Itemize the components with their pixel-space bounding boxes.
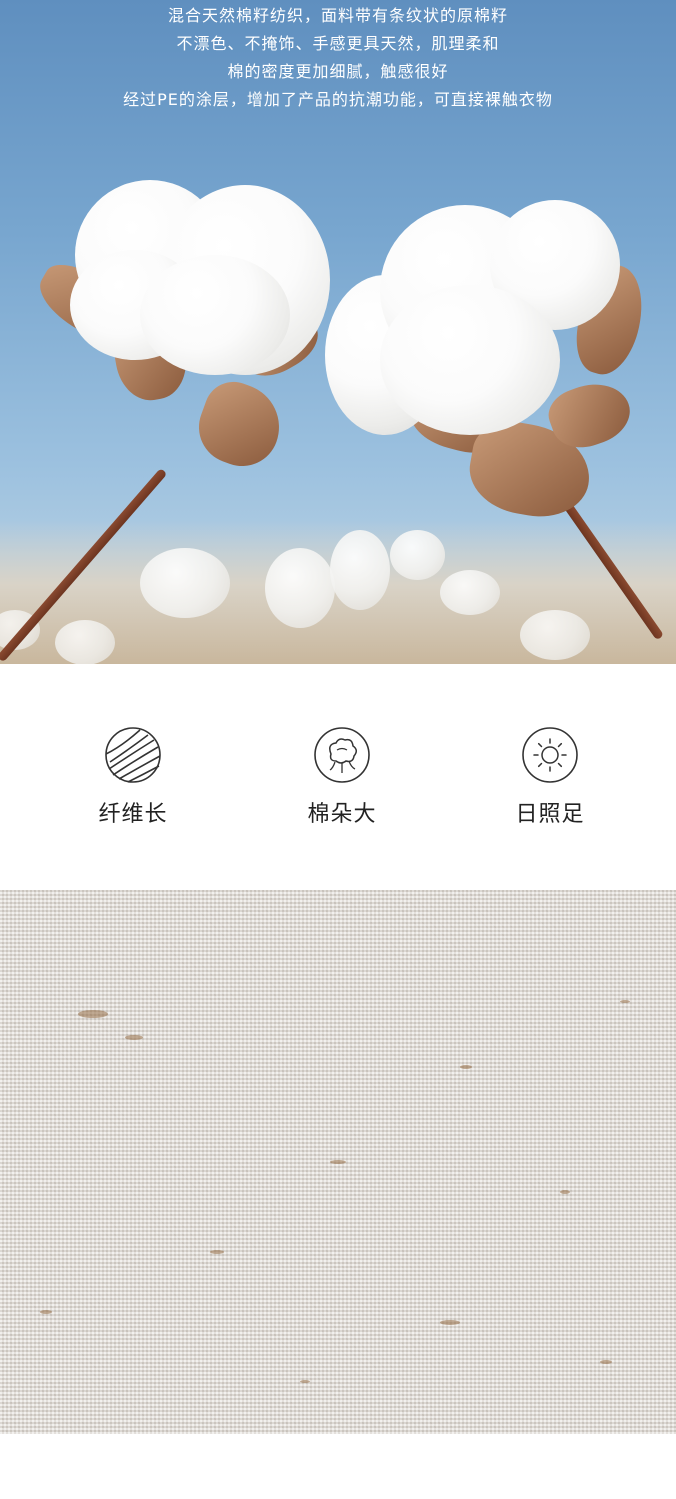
- sun-icon: [522, 727, 578, 783]
- bottom-spacer: [0, 1434, 676, 1499]
- background-cotton-ball: [390, 530, 445, 580]
- feature-row: 纤维长 棉朵大 日照足: [0, 664, 676, 890]
- seed-fleck: [440, 1320, 460, 1325]
- fabric-texture-image: [0, 890, 676, 1434]
- background-cotton-ball: [520, 610, 590, 660]
- hero-description: 混合天然棉籽纺织，面料带有条纹状的原棉籽 不漂色、不掩饰、手感更具天然，肌理柔和…: [0, 2, 676, 114]
- seed-fleck: [40, 1310, 52, 1314]
- background-cotton-ball: [265, 548, 335, 628]
- background-cotton-ball: [440, 570, 500, 615]
- hero-line-2: 不漂色、不掩饰、手感更具天然，肌理柔和: [176, 34, 500, 53]
- seed-fleck: [600, 1360, 612, 1364]
- hero-line-1: 混合天然棉籽纺织，面料带有条纹状的原棉籽: [167, 6, 508, 25]
- left-cotton-boll: [29, 160, 360, 480]
- background-cotton-ball: [140, 548, 230, 618]
- seed-fleck: [460, 1065, 472, 1069]
- feature-ample-sunlight: 日照足: [490, 726, 610, 828]
- seed-fleck: [560, 1190, 570, 1194]
- seed-fleck: [78, 1010, 108, 1018]
- feature-label: 纤维长: [98, 802, 168, 827]
- right-cotton-boll: [320, 195, 654, 525]
- seed-fleck: [330, 1160, 346, 1164]
- seed-fleck: [125, 1035, 143, 1040]
- seed-fleck: [620, 1000, 630, 1003]
- background-cotton-ball: [55, 620, 115, 664]
- seed-fleck: [300, 1380, 310, 1383]
- seed-fleck: [210, 1250, 224, 1254]
- hero-line-3: 棉的密度更加细腻，触感很好: [227, 62, 449, 81]
- feature-label: 棉朵大: [307, 802, 377, 827]
- feature-label: 日照足: [515, 802, 585, 827]
- feature-big-boll: 棉朵大: [282, 726, 402, 828]
- hero-cotton-image: 混合天然棉籽纺织，面料带有条纹状的原棉籽 不漂色、不掩饰、手感更具天然，肌理柔和…: [0, 0, 676, 664]
- cotton-flower-icon: [314, 727, 370, 783]
- yarn-ball-icon: [105, 727, 161, 783]
- feature-long-fiber: 纤维长: [73, 726, 193, 828]
- hero-line-4: 经过PE的涂层，增加了产品的抗潮功能，可直接裸触衣物: [123, 90, 553, 109]
- background-cotton-ball: [330, 530, 390, 610]
